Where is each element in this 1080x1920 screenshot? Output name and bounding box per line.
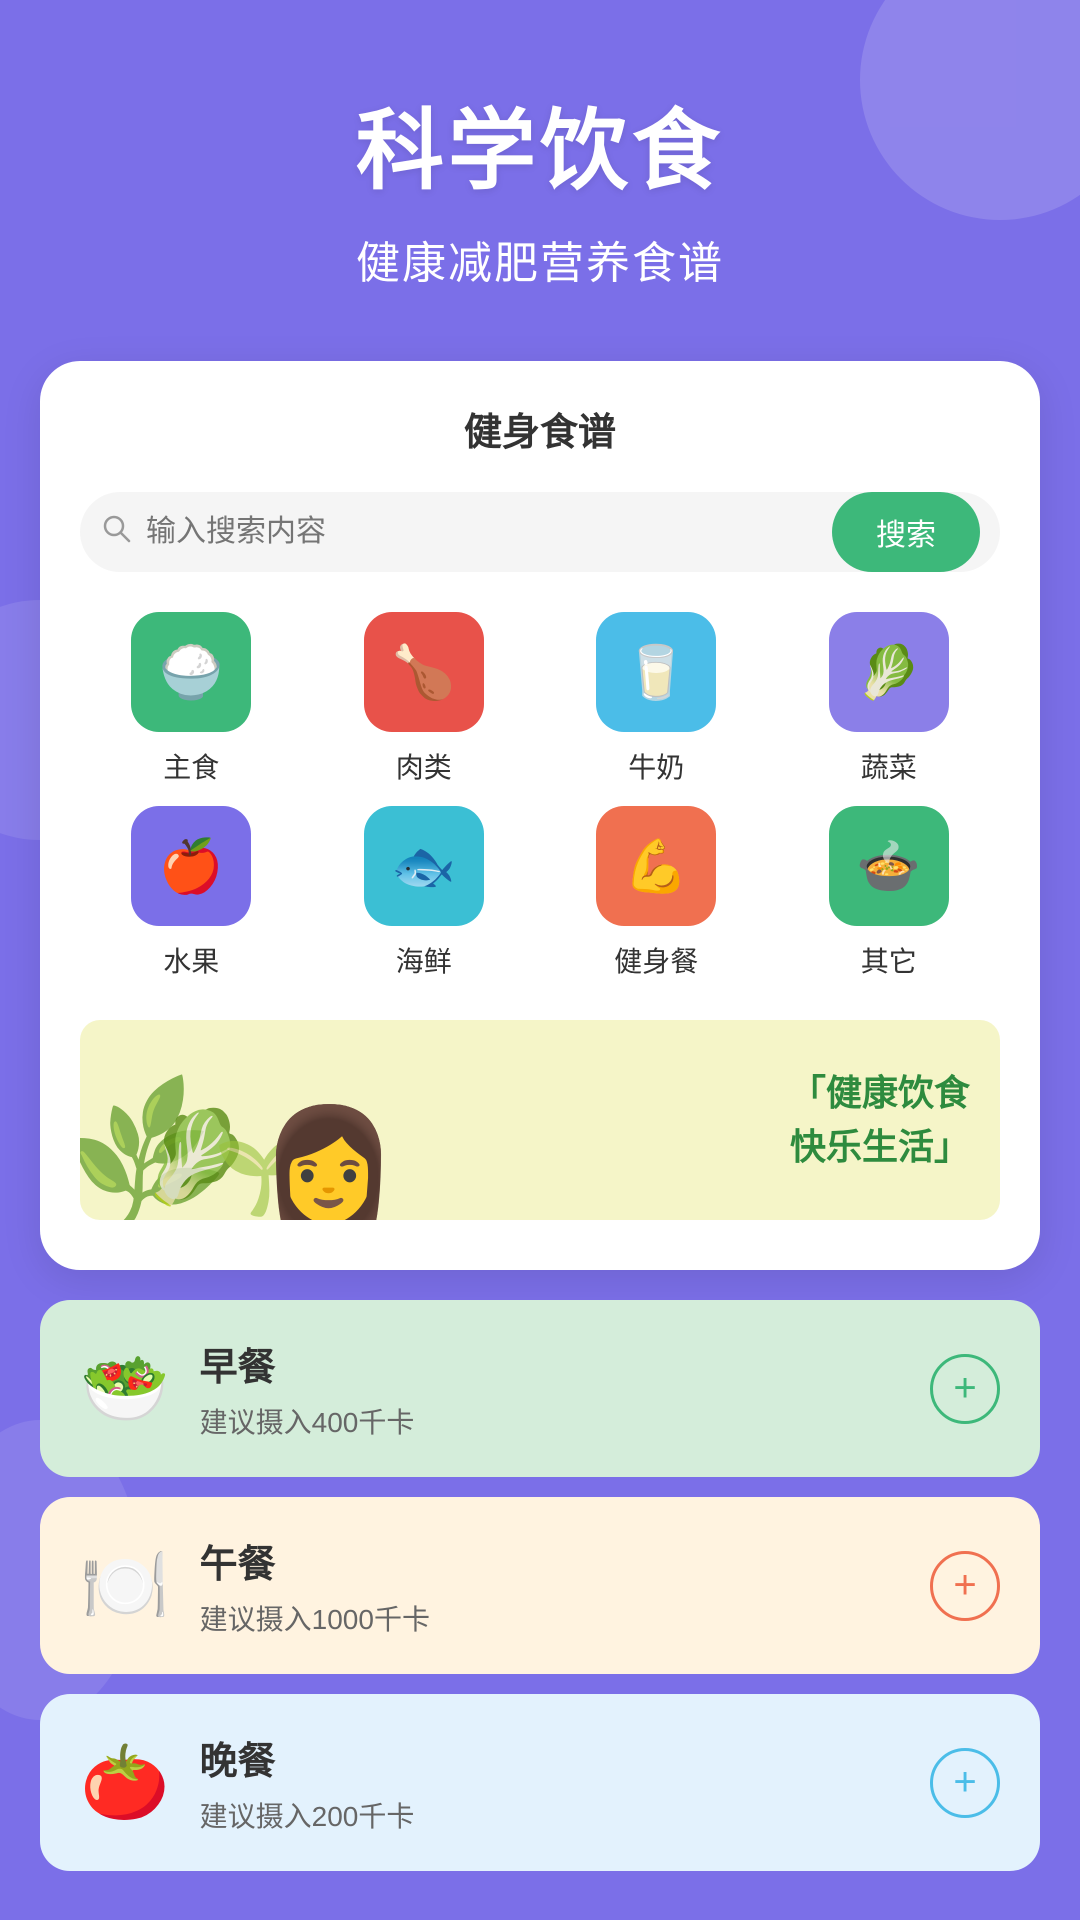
category-item-fruit[interactable]: 🍎 水果 — [80, 806, 303, 980]
category-icon-fruit: 🍎 — [131, 806, 251, 926]
category-icon-fitness: 💪 — [596, 806, 716, 926]
search-bar: 搜索 — [80, 492, 1000, 572]
category-icon-staple: 🍚 — [131, 612, 251, 732]
card-title: 健身食谱 — [80, 401, 1000, 456]
category-icon-meat: 🍗 — [364, 612, 484, 732]
category-label-vegetable: 蔬菜 — [861, 746, 917, 786]
category-item-staple[interactable]: 🍚 主食 — [80, 612, 303, 786]
meal-name-breakfast: 早餐 — [200, 1336, 930, 1391]
category-item-other[interactable]: 🍲 其它 — [778, 806, 1001, 980]
meal-name-dinner: 晚餐 — [200, 1730, 930, 1785]
meal-section: 🥗 早餐 建议摄入400千卡 + 🍽️ 午餐 建议摄入1000千卡 + 🍅 晚餐… — [40, 1300, 1040, 1871]
main-card: 健身食谱 搜索 🍚 主食 🍗 肉类 🥛 牛奶 🥬 蔬菜 🍎 水果 — [40, 361, 1040, 1270]
category-icon-seafood: 🐟 — [364, 806, 484, 926]
meal-desc-breakfast: 建议摄入400千卡 — [200, 1401, 930, 1441]
meal-card-lunch: 🍽️ 午餐 建议摄入1000千卡 + — [40, 1497, 1040, 1674]
category-item-vegetable[interactable]: 🥬 蔬菜 — [778, 612, 1001, 786]
meal-desc-lunch: 建议摄入1000千卡 — [200, 1598, 930, 1638]
category-label-seafood: 海鲜 — [396, 940, 452, 980]
category-icon-milk: 🥛 — [596, 612, 716, 732]
search-icon — [100, 512, 132, 552]
meal-desc-dinner: 建议摄入200千卡 — [200, 1795, 930, 1835]
category-grid: 🍚 主食 🍗 肉类 🥛 牛奶 🥬 蔬菜 🍎 水果 🐟 海鲜 💪 健身餐 🍲 其它 — [80, 612, 1000, 980]
banner-text: 「健康饮食 快乐生活」 — [586, 1066, 1000, 1174]
category-label-fitness: 健身餐 — [614, 940, 698, 980]
banner: 🌿 🥬 🌱 👩 「健康饮食 快乐生活」 — [80, 1020, 1000, 1220]
category-icon-vegetable: 🥬 — [829, 612, 949, 732]
meal-name-lunch: 午餐 — [200, 1533, 930, 1588]
category-label-staple: 主食 — [163, 746, 219, 786]
meal-add-button-breakfast[interactable]: + — [930, 1354, 1000, 1424]
meal-food-icon-breakfast: 🥗 — [80, 1346, 170, 1431]
category-label-meat: 肉类 — [396, 746, 452, 786]
search-input[interactable] — [146, 515, 832, 549]
meal-card-breakfast: 🥗 早餐 建议摄入400千卡 + — [40, 1300, 1040, 1477]
meal-info-breakfast: 早餐 建议摄入400千卡 — [200, 1336, 930, 1441]
category-label-milk: 牛奶 — [628, 746, 684, 786]
meal-add-button-lunch[interactable]: + — [930, 1551, 1000, 1621]
category-item-seafood[interactable]: 🐟 海鲜 — [313, 806, 536, 980]
meal-food-icon-dinner: 🍅 — [80, 1740, 170, 1825]
category-item-fitness[interactable]: 💪 健身餐 — [545, 806, 768, 980]
category-icon-other: 🍲 — [829, 806, 949, 926]
meal-info-lunch: 午餐 建议摄入1000千卡 — [200, 1533, 930, 1638]
category-item-meat[interactable]: 🍗 肉类 — [313, 612, 536, 786]
meal-add-button-dinner[interactable]: + — [930, 1748, 1000, 1818]
banner-illustration: 🌿 🥬 🌱 👩 — [80, 1020, 586, 1220]
meal-card-dinner: 🍅 晚餐 建议摄入200千卡 + — [40, 1694, 1040, 1871]
header: 科学饮食 健康减肥营养食谱 — [0, 0, 1080, 331]
banner-line2: 快乐生活」 — [790, 1126, 970, 1167]
header-subtitle: 健康减肥营养食谱 — [40, 227, 1040, 291]
header-title: 科学饮食 — [40, 80, 1040, 207]
meal-food-icon-lunch: 🍽️ — [80, 1543, 170, 1628]
category-label-fruit: 水果 — [163, 940, 219, 980]
category-label-other: 其它 — [861, 940, 917, 980]
category-item-milk[interactable]: 🥛 牛奶 — [545, 612, 768, 786]
meal-info-dinner: 晚餐 建议摄入200千卡 — [200, 1730, 930, 1835]
search-button[interactable]: 搜索 — [832, 492, 980, 572]
banner-line1: 「健康饮食 — [790, 1072, 970, 1113]
